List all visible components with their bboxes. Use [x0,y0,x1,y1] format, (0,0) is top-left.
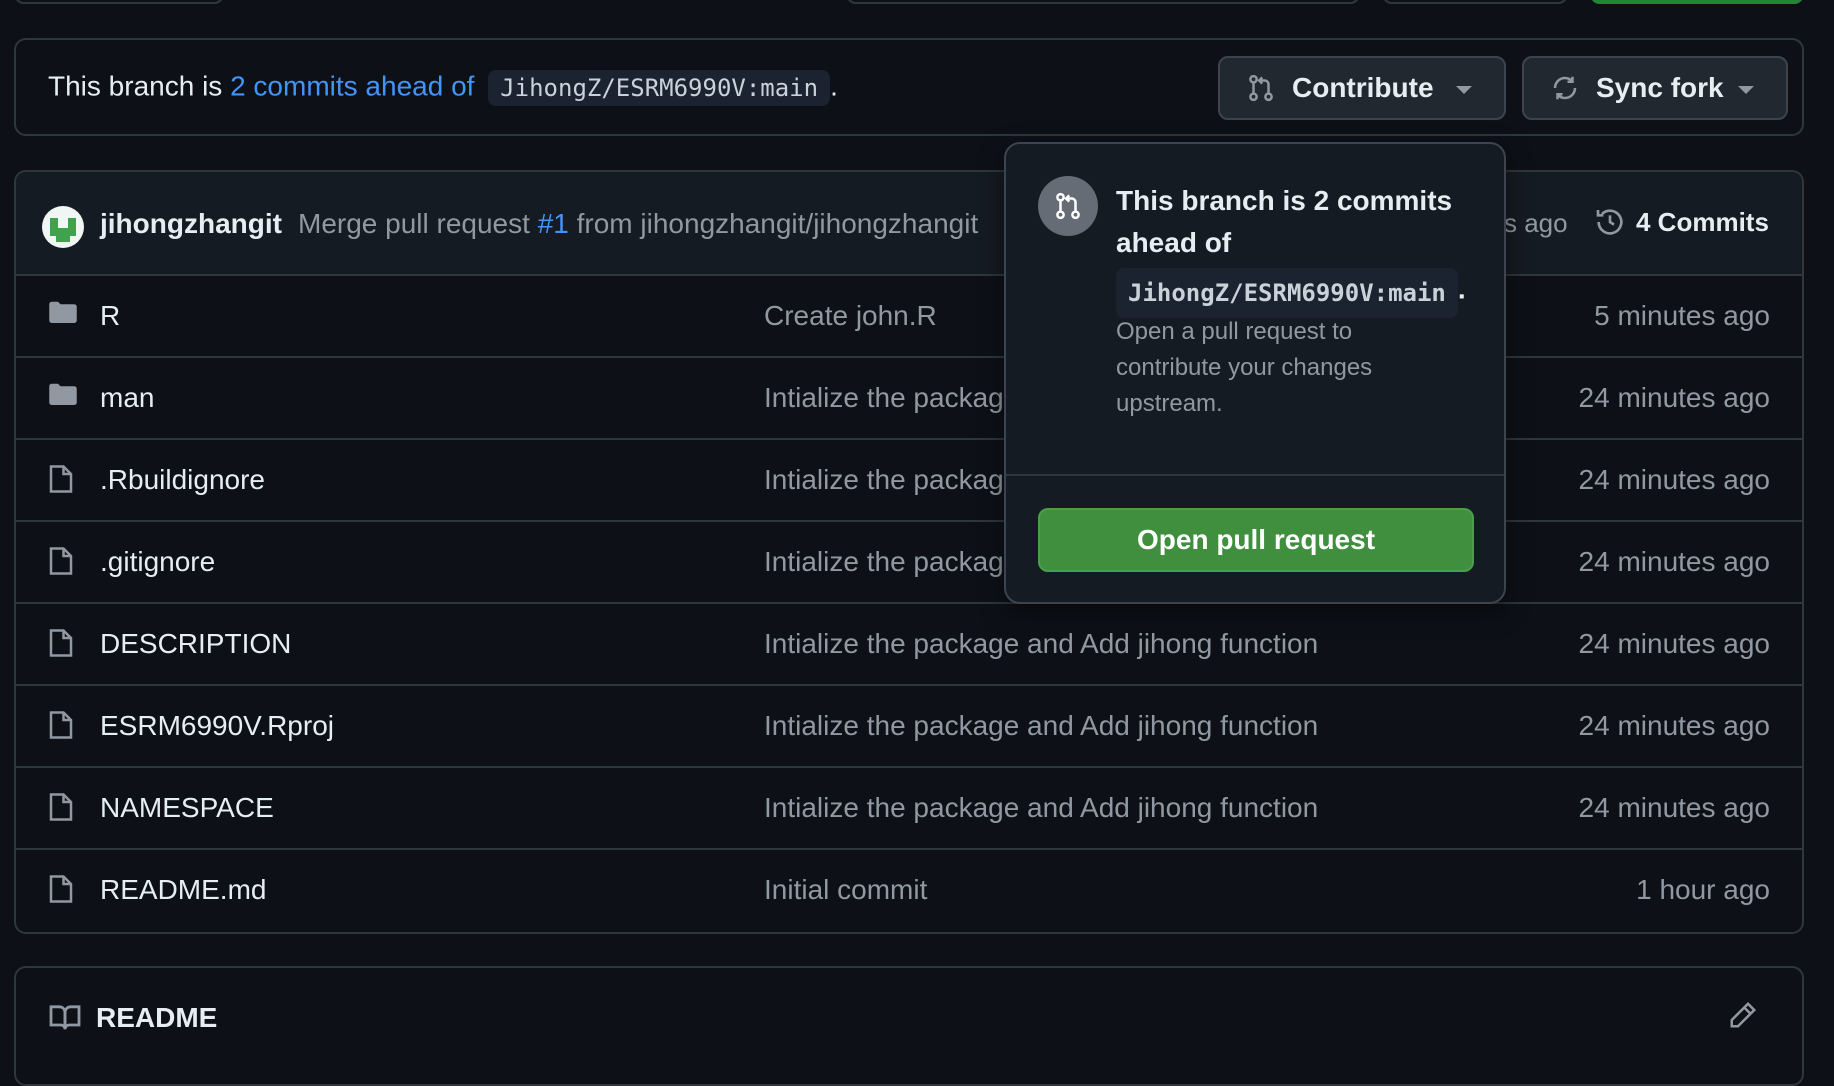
sync-icon [1550,73,1580,103]
avatar[interactable] [42,206,84,248]
chevron-down-icon [1738,86,1754,94]
file-icon [48,628,74,663]
file-name-link[interactable]: .gitignore [100,546,215,578]
table-row[interactable]: man Intialize the packag 24 minutes ago [16,358,1802,440]
top-toolbar-search[interactable] [846,0,1360,4]
book-icon [48,1004,82,1037]
folder-icon [48,300,78,331]
commits-count: 4 Commits [1636,206,1769,237]
contribute-label: Contribute [1292,72,1434,103]
latest-commit-bar: jihongzhangit Merge pull request #1 from… [16,172,1802,276]
table-row[interactable]: .gitignore Intialize the packag 24 minutes… [16,522,1802,604]
table-row[interactable]: ESRM6990V.Rproj Intialize the package and… [16,686,1802,768]
file-commit-message[interactable]: Intialize the package and Add jihong fun… [764,792,1318,824]
popover-title: This branch is 2 commits ahead of Jihong… [1116,180,1486,318]
branch-status-text: This branch is 2 commits ahead of Jihong… [48,70,838,106]
branch-status-prefix: This branch is [48,70,223,102]
branch-status-suffix: . [830,70,838,102]
file-commit-time: 24 minutes ago [1578,464,1770,495]
commit-message[interactable]: Merge pull request #1 from jihongzhangit… [298,208,978,240]
file-commit-message[interactable]: Create john.R [764,300,937,332]
branch-status-banner: This branch is 2 commits ahead of Jihong… [14,38,1804,136]
table-row[interactable]: README.md Initial commit 1 hour ago [16,850,1802,932]
chevron-down-icon [1456,86,1472,94]
code-button[interactable] [1590,0,1804,4]
sync-fork-label: Sync fork [1596,72,1724,103]
file-table: jihongzhangit Merge pull request #1 from… [14,170,1804,934]
file-commit-message[interactable]: Intialize the package and Add jihong fun… [764,710,1318,742]
file-name-link[interactable]: man [100,382,154,414]
file-commit-message[interactable]: Intialize the packag [764,382,1004,414]
pull-request-icon [1038,176,1098,236]
file-name-link[interactable]: ESRM6990V.Rproj [100,710,334,742]
file-icon [48,792,74,827]
file-commit-time: 24 minutes ago [1578,710,1770,741]
file-commit-time: 24 minutes ago [1578,628,1770,659]
readme-title[interactable]: README [96,1002,217,1034]
pr-link[interactable]: #1 [538,208,569,239]
file-name-link[interactable]: R [100,300,120,332]
popover-title-text: This branch is 2 commits ahead of [1116,185,1453,258]
commit-message-suffix: from jihongzhangit/jihongzhangit [576,208,979,239]
pull-request-icon [1246,73,1276,103]
commit-author[interactable]: jihongzhangit [100,208,282,240]
table-row[interactable]: DESCRIPTION Intialize the package and Add… [16,604,1802,686]
file-commit-time: 24 minutes ago [1578,382,1770,413]
contribute-button[interactable]: Contribute [1218,56,1506,120]
file-icon [48,546,74,581]
popover-upstream-ref: JihongZ/ESRM6990V:main [1116,268,1458,318]
file-name-link[interactable]: DESCRIPTION [100,628,291,660]
file-commit-message[interactable]: Intialize the packag [764,546,1004,578]
popover-ref-suffix: . [1457,273,1466,305]
file-name-link[interactable]: .Rbuildignore [100,464,265,496]
file-commit-message[interactable]: Intialize the packag [764,464,1004,496]
file-commit-time: 24 minutes ago [1578,792,1770,823]
file-commit-time: 5 minutes ago [1594,300,1770,331]
upstream-ref: JihongZ/ESRM6990V:main [488,70,831,106]
file-commit-time: 24 minutes ago [1578,546,1770,577]
popover-description: Open a pull request to contribute your c… [1116,318,1373,417]
sync-fork-button[interactable]: Sync fork [1522,56,1788,120]
history-icon [1596,209,1623,235]
file-commit-message[interactable]: Intialize the package and Add jihong fun… [764,628,1318,660]
contribute-popover: This branch is 2 commits ahead of Jihong… [1004,142,1506,604]
folder-icon [48,382,78,413]
file-commit-time: 1 hour ago [1636,874,1770,905]
top-toolbar-button-1[interactable] [14,0,224,4]
commits-history-link[interactable]: 4 Commits [1594,206,1769,238]
file-icon [48,874,74,909]
file-commit-message[interactable]: Initial commit [764,874,927,906]
commit-time: s ago [1504,208,1568,238]
file-icon [48,710,74,745]
table-row[interactable]: .Rbuildignore Intialize the packag 24 minu… [16,440,1802,522]
file-name-link[interactable]: NAMESPACE [100,792,274,824]
popover-divider [1006,474,1504,476]
table-row[interactable]: R Create john.R 5 minutes ago [16,276,1802,358]
table-row[interactable]: NAMESPACE Intialize the package and Add j… [16,768,1802,850]
commit-message-prefix: Merge pull request [298,208,530,239]
commits-ahead-link[interactable]: 2 commits ahead of [230,70,474,101]
file-name-link[interactable]: README.md [100,874,266,906]
file-icon [48,464,74,499]
readme-panel: README [14,966,1804,1086]
pencil-icon[interactable] [1728,1000,1758,1035]
top-toolbar-button-2[interactable] [1382,0,1568,4]
open-pull-request-button[interactable]: Open pull request [1038,508,1474,572]
